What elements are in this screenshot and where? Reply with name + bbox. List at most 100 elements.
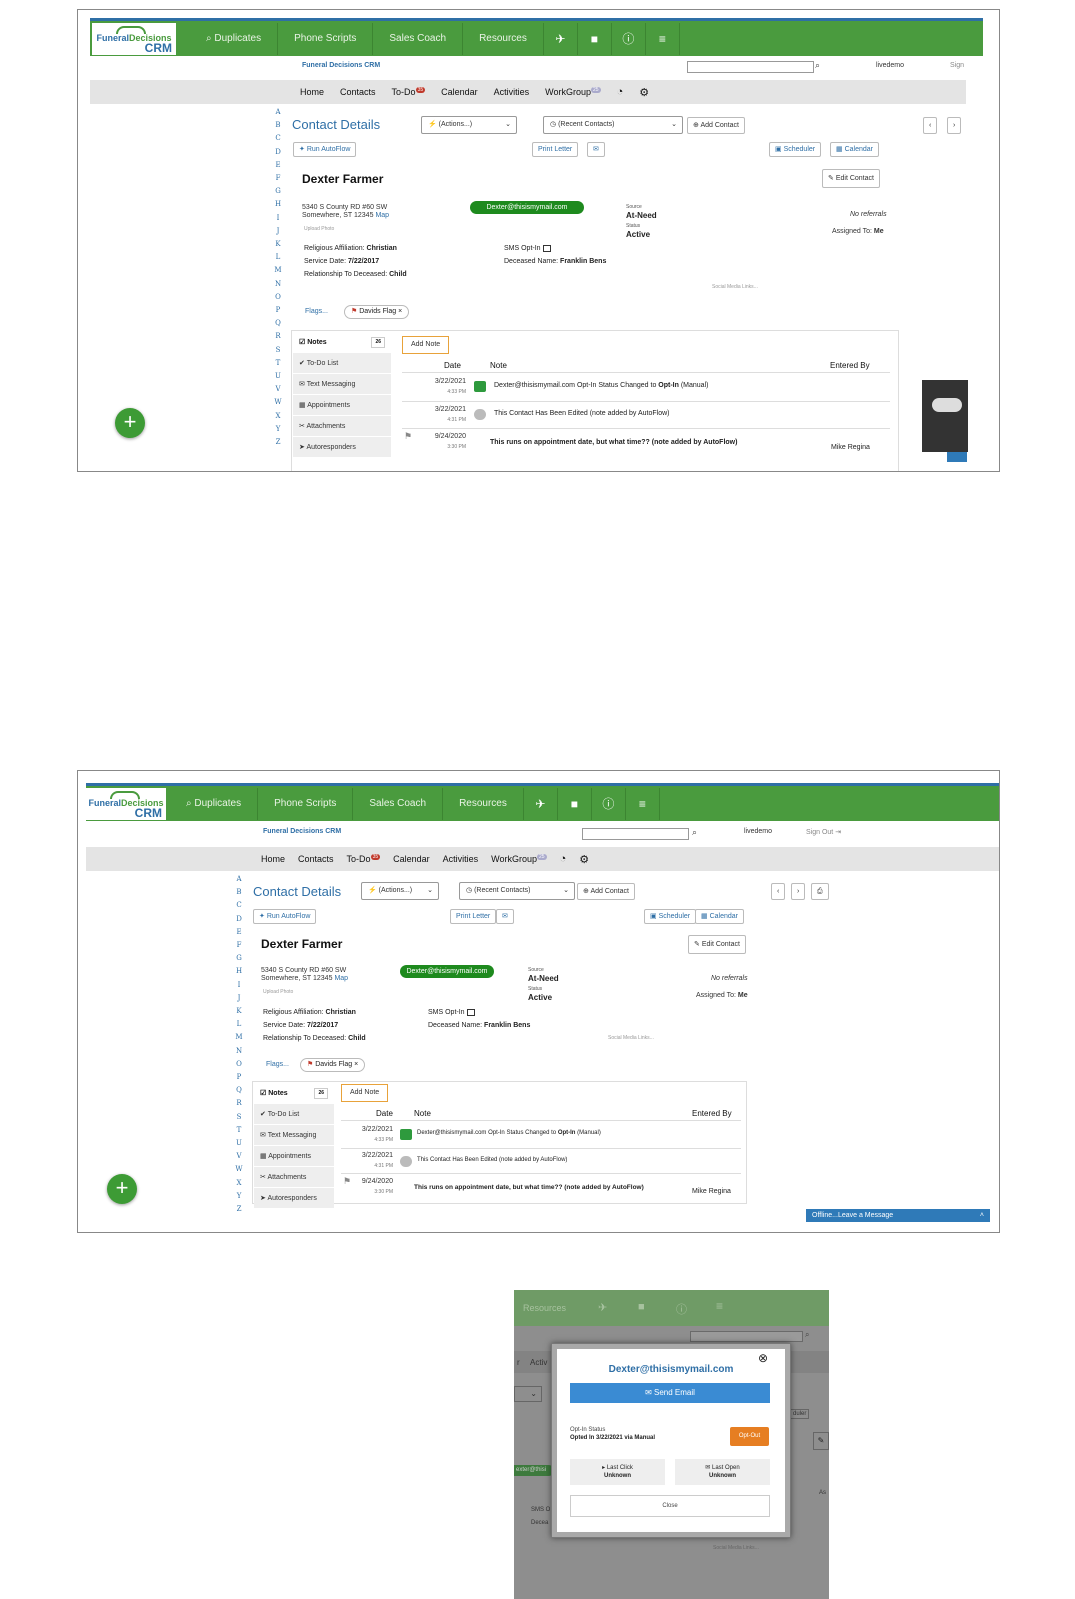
menu-contacts[interactable]: Contacts xyxy=(298,854,334,864)
alphabet-letter[interactable]: I xyxy=(273,212,283,225)
opt-out-button[interactable]: Opt-Out xyxy=(730,1427,769,1446)
edit-contact-button[interactable]: ✎ Edit Contact xyxy=(688,935,746,954)
alphabet-letter[interactable]: D xyxy=(273,146,283,159)
recent-contacts-select[interactable]: ◷ (Recent Contacts) ⌄ xyxy=(459,882,575,900)
tab-attachments[interactable]: ✂ Attachments xyxy=(254,1167,334,1188)
alphabet-letter[interactable]: R xyxy=(273,330,283,343)
menu-todo[interactable]: To-Do 35 xyxy=(392,87,426,97)
nav-phone-scripts[interactable]: Phone Scripts xyxy=(278,23,374,55)
calendar-button[interactable]: ▦ Calendar xyxy=(830,142,879,157)
calendar-button[interactable]: ▦ Calendar xyxy=(695,909,744,924)
alphabet-letter[interactable]: M xyxy=(234,1031,244,1044)
email-pill[interactable]: Dexter@thisismymail.com xyxy=(470,201,584,214)
alphabet-letter[interactable]: Q xyxy=(273,317,283,330)
pie-chart-icon[interactable]: ◔ xyxy=(560,853,567,865)
add-contact-button[interactable]: ⊕ Add Contact xyxy=(687,117,745,134)
pie-chart-icon[interactable]: ◔ xyxy=(617,86,624,98)
search-icon[interactable]: ⌕ xyxy=(692,827,697,838)
flag-tag[interactable]: ⚑ Davids Flag × xyxy=(300,1058,366,1072)
close-icon[interactable]: ⊗ xyxy=(758,1351,768,1365)
alphabet-letter[interactable]: O xyxy=(234,1058,244,1071)
scheduler-button[interactable]: ▣ Scheduler xyxy=(769,142,822,157)
note-icon[interactable]: ■ xyxy=(558,788,592,820)
rocket-icon[interactable]: ✈ xyxy=(524,788,558,820)
offline-chat-bar[interactable]: Offline...Leave a Message ˄ xyxy=(806,1209,990,1222)
alphabet-letter[interactable]: B xyxy=(273,119,283,132)
sms-optin-checkbox[interactable] xyxy=(542,244,551,252)
nav-duplicates[interactable]: ⌕ Duplicates xyxy=(190,23,279,55)
run-autoflow-button[interactable]: ✦ Run AutoFlow xyxy=(253,909,317,924)
alphabet-letter[interactable]: T xyxy=(234,1124,244,1137)
alphabet-letter[interactable]: A xyxy=(234,873,244,886)
alphabet-letter[interactable]: Z xyxy=(234,1203,244,1216)
alphabet-letter[interactable]: L xyxy=(234,1018,244,1031)
alphabet-letter[interactable]: L xyxy=(273,251,283,264)
tab-autoresponders[interactable]: ➤ Autoresponders xyxy=(293,437,391,458)
alphabet-letter[interactable]: B xyxy=(234,886,244,899)
email-pill[interactable]: Dexter@thisismymail.com xyxy=(400,965,494,978)
flags-link[interactable]: Flags... xyxy=(266,1061,289,1068)
alphabet-letter[interactable]: D xyxy=(234,913,244,926)
app-logo[interactable]: FuneralDecisions CRM xyxy=(86,788,166,820)
alphabet-letter[interactable]: G xyxy=(234,952,244,965)
menu-activities[interactable]: Activities xyxy=(443,854,479,864)
app-logo[interactable]: FuneralDecisions CRM xyxy=(92,23,176,55)
tab-appointments[interactable]: ▦ Appointments xyxy=(254,1146,334,1167)
help-icon[interactable]: ⓘ xyxy=(612,23,646,55)
alphabet-letter[interactable]: F xyxy=(234,939,244,952)
tab-attachments[interactable]: ✂ Attachments xyxy=(293,416,391,437)
alphabet-letter[interactable]: N xyxy=(234,1045,244,1058)
nav-sales-coach[interactable]: Sales Coach xyxy=(373,23,464,55)
menu-home[interactable]: Home xyxy=(300,87,324,97)
flags-link[interactable]: Flags... xyxy=(305,308,328,315)
username[interactable]: livedemo xyxy=(744,828,772,835)
add-note-button[interactable]: Add Note xyxy=(341,1084,389,1102)
alphabet-letter[interactable]: W xyxy=(234,1163,244,1176)
menu-contacts[interactable]: Contacts xyxy=(340,87,376,97)
menu-todo[interactable]: To-Do 35 xyxy=(347,854,381,864)
email-button[interactable]: ✉ xyxy=(496,909,514,924)
menu-home[interactable]: Home xyxy=(261,854,285,864)
tab-notes[interactable]: ☑ Notes 26 xyxy=(254,1083,334,1104)
search-input[interactable] xyxy=(582,828,689,840)
social-media-links[interactable]: Social Media Links... xyxy=(608,1035,654,1041)
prev-contact-button[interactable]: ‹ xyxy=(771,883,786,900)
alphabet-letter[interactable]: W xyxy=(273,396,283,409)
tab-notes[interactable]: ☑ Notes 26 xyxy=(293,332,391,353)
nav-phone-scripts[interactable]: Phone Scripts xyxy=(258,788,354,820)
print-letter-button[interactable]: Print Letter xyxy=(532,142,579,157)
rocket-icon[interactable]: ✈ xyxy=(544,23,578,55)
add-button[interactable]: + xyxy=(115,408,145,438)
nav-duplicates[interactable]: ⌕ Duplicates xyxy=(170,788,259,820)
print-letter-button[interactable]: Print Letter xyxy=(450,909,497,924)
menu-workgroup[interactable]: WorkGroup 25 xyxy=(491,854,547,864)
actions-select[interactable]: ⚡ (Actions...) ⌄ xyxy=(421,116,517,134)
alphabet-letter[interactable]: A xyxy=(273,106,283,119)
alphabet-letter[interactable]: S xyxy=(234,1111,244,1124)
alphabet-letter[interactable]: S xyxy=(273,344,283,357)
map-link[interactable]: Map xyxy=(375,212,389,219)
alphabet-letter[interactable]: Y xyxy=(234,1190,244,1203)
alphabet-letter[interactable]: K xyxy=(234,1005,244,1018)
alphabet-letter[interactable]: G xyxy=(273,185,283,198)
menu-calendar[interactable]: Calendar xyxy=(393,854,430,864)
sign-out-link[interactable]: Sign xyxy=(950,62,964,69)
nav-sales-coach[interactable]: Sales Coach xyxy=(353,788,444,820)
add-button[interactable]: + xyxy=(107,1174,137,1204)
alphabet-letter[interactable]: Z xyxy=(273,436,283,449)
alphabet-letter[interactable]: O xyxy=(273,291,283,304)
print-button[interactable]: ⎙ xyxy=(811,883,829,900)
alphabet-letter[interactable]: P xyxy=(273,304,283,317)
next-contact-button[interactable]: › xyxy=(791,883,806,900)
tab-autoresponders[interactable]: ➤ Autoresponders xyxy=(254,1188,334,1209)
alphabet-letter[interactable]: E xyxy=(234,926,244,939)
alphabet-letter[interactable]: T xyxy=(273,357,283,370)
alphabet-letter[interactable]: H xyxy=(234,965,244,978)
username[interactable]: livedemo xyxy=(876,62,904,69)
alphabet-letter[interactable]: V xyxy=(234,1150,244,1163)
tab-appointments[interactable]: ▦ Appointments xyxy=(293,395,391,416)
note-icon[interactable]: ■ xyxy=(578,23,612,55)
alphabet-letter[interactable]: E xyxy=(273,159,283,172)
actions-select[interactable]: ⚡ (Actions...) ⌄ xyxy=(361,882,439,900)
scheduler-button[interactable]: ▣ Scheduler xyxy=(644,909,697,924)
